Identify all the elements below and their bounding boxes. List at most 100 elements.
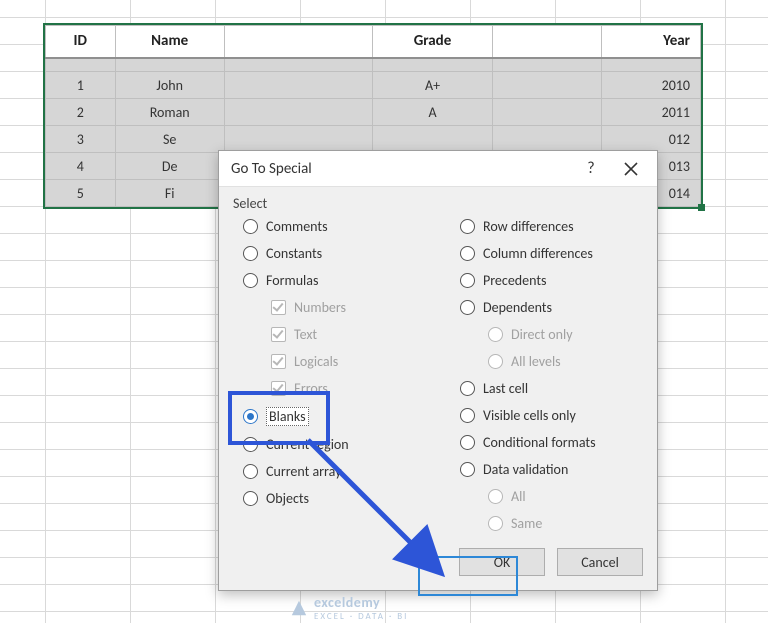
table-separator bbox=[46, 58, 701, 72]
watermark-icon bbox=[290, 599, 308, 617]
cell-blank[interactable] bbox=[492, 99, 601, 126]
options-left-column: Comments Constants Formulas Numbers Text… bbox=[233, 218, 426, 532]
cell-grade[interactable] bbox=[373, 126, 492, 153]
cell-year[interactable]: 012 bbox=[601, 126, 700, 153]
cell-blank[interactable] bbox=[224, 99, 373, 126]
col-name: Name bbox=[115, 26, 224, 58]
option-current-array[interactable]: Current array bbox=[243, 463, 426, 480]
cell-name[interactable]: Roman bbox=[115, 99, 224, 126]
radio-icon bbox=[460, 381, 475, 396]
checkbox-icon bbox=[271, 327, 286, 342]
go-to-special-dialog: Go To Special ? Select Comments Constant… bbox=[218, 150, 658, 591]
option-label: Last cell bbox=[483, 380, 528, 397]
radio-icon bbox=[460, 435, 475, 450]
option-label: Direct only bbox=[511, 326, 573, 343]
cell-id[interactable]: 3 bbox=[46, 126, 116, 153]
cell-grade[interactable]: A bbox=[373, 99, 492, 126]
dialog-titlebar[interactable]: Go To Special ? bbox=[219, 151, 657, 187]
option-same: Same bbox=[488, 515, 643, 532]
checkbox-icon bbox=[271, 300, 286, 315]
col-year: Year bbox=[601, 26, 700, 58]
cell-id[interactable]: 5 bbox=[46, 180, 116, 207]
option-objects[interactable]: Objects bbox=[243, 490, 426, 507]
option-all-levels: All levels bbox=[488, 353, 643, 370]
cell-year[interactable]: 2011 bbox=[601, 99, 700, 126]
radio-icon bbox=[243, 464, 258, 479]
option-label: Constants bbox=[266, 245, 322, 262]
option-label: Logicals bbox=[294, 353, 338, 370]
col-grade: Grade bbox=[373, 26, 492, 58]
option-direct-only: Direct only bbox=[488, 326, 643, 343]
option-label: Conditional formats bbox=[483, 434, 596, 451]
group-label: Select bbox=[233, 195, 643, 212]
cell-blank[interactable] bbox=[492, 126, 601, 153]
watermark-brand: exceldemy bbox=[314, 594, 408, 611]
cell-grade[interactable]: A+ bbox=[373, 72, 492, 99]
cell-name[interactable]: John bbox=[115, 72, 224, 99]
cell-blank[interactable] bbox=[224, 72, 373, 99]
col-blank1 bbox=[224, 26, 373, 58]
cell-id[interactable]: 4 bbox=[46, 153, 116, 180]
radio-icon bbox=[243, 246, 258, 261]
radio-icon bbox=[460, 462, 475, 477]
option-label: Formulas bbox=[266, 272, 318, 289]
selection-handle[interactable] bbox=[698, 204, 705, 211]
cancel-button[interactable]: Cancel bbox=[557, 548, 643, 576]
option-data-validation[interactable]: Data validation bbox=[460, 461, 643, 478]
radio-icon bbox=[488, 516, 503, 531]
option-label: Text bbox=[294, 326, 317, 343]
option-conditional-formats[interactable]: Conditional formats bbox=[460, 434, 643, 451]
option-label: Precedents bbox=[483, 272, 547, 289]
option-label: Dependents bbox=[483, 299, 552, 316]
option-comments[interactable]: Comments bbox=[243, 218, 426, 235]
cell-name[interactable]: Se bbox=[115, 126, 224, 153]
cell-id[interactable]: 2 bbox=[46, 99, 116, 126]
close-button[interactable] bbox=[611, 153, 651, 185]
col-id: ID bbox=[46, 26, 116, 58]
radio-icon bbox=[243, 219, 258, 234]
radio-icon bbox=[488, 354, 503, 369]
option-label: Data validation bbox=[483, 461, 568, 478]
option-formulas[interactable]: Formulas bbox=[243, 272, 426, 289]
radio-icon bbox=[460, 273, 475, 288]
option-label: All levels bbox=[511, 353, 561, 370]
table-row[interactable]: 3 Se 012 bbox=[46, 126, 701, 153]
cell-name[interactable]: Fi bbox=[115, 180, 224, 207]
radio-icon bbox=[460, 246, 475, 261]
help-button[interactable]: ? bbox=[571, 153, 611, 185]
cell-blank[interactable] bbox=[224, 126, 373, 153]
option-last-cell[interactable]: Last cell bbox=[460, 380, 643, 397]
option-label: Objects bbox=[266, 490, 309, 507]
table-header-row: ID Name Grade Year bbox=[46, 26, 701, 58]
option-dependents[interactable]: Dependents bbox=[460, 299, 643, 316]
cell-id[interactable]: 1 bbox=[46, 72, 116, 99]
option-text: Text bbox=[271, 326, 426, 343]
radio-icon bbox=[460, 219, 475, 234]
option-label: Column differences bbox=[483, 245, 593, 262]
annotation-highlight-ok bbox=[418, 556, 518, 596]
options-right-column: Row differences Column differences Prece… bbox=[450, 218, 643, 532]
radio-icon bbox=[243, 491, 258, 506]
option-visible-cells-only[interactable]: Visible cells only bbox=[460, 407, 643, 424]
option-label: All bbox=[511, 488, 526, 505]
table-row[interactable]: 1 John A+ 2010 bbox=[46, 72, 701, 99]
radio-icon bbox=[488, 327, 503, 342]
watermark: exceldemy EXCEL · DATA · BI bbox=[290, 594, 408, 622]
option-label: Comments bbox=[266, 218, 328, 235]
dialog-title: Go To Special bbox=[231, 160, 571, 178]
option-label: Current array bbox=[266, 463, 341, 480]
checkbox-icon bbox=[271, 354, 286, 369]
table-row[interactable]: 2 Roman A 2011 bbox=[46, 99, 701, 126]
option-constants[interactable]: Constants bbox=[243, 245, 426, 262]
cell-year[interactable]: 2010 bbox=[601, 72, 700, 99]
option-logicals: Logicals bbox=[271, 353, 426, 370]
option-column-differences[interactable]: Column differences bbox=[460, 245, 643, 262]
watermark-tagline: EXCEL · DATA · BI bbox=[314, 611, 408, 622]
option-label: Row differences bbox=[483, 218, 574, 235]
cell-blank[interactable] bbox=[492, 72, 601, 99]
cell-name[interactable]: De bbox=[115, 153, 224, 180]
close-icon bbox=[624, 162, 638, 176]
option-label: Visible cells only bbox=[483, 407, 576, 424]
option-precedents[interactable]: Precedents bbox=[460, 272, 643, 289]
option-row-differences[interactable]: Row differences bbox=[460, 218, 643, 235]
